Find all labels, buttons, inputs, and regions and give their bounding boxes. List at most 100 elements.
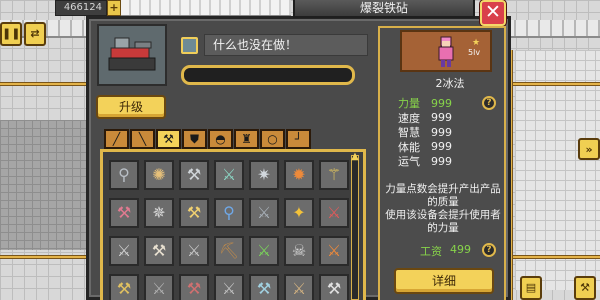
build-button[interactable]: ⚒ [574,276,596,300]
tab-axe[interactable]: ⚒ [156,129,181,149]
top-decor-strip [121,0,291,16]
green-axe-icon: ⚔ [256,241,272,260]
item-scrollbar[interactable] [351,155,359,300]
flame-axe-icon: ⚔ [326,241,342,260]
item-grid: ⚲ ✺ ⚒ ⚔ ✷ ✹ ⚚ ⚒ ✵ ⚒ ⚲ ⚔ ✦ ⚔ ⚔ ⚒ ⚔ ⛏ ⚔ ☠ ⚔ ⚒ ⚔ ⚒ ⚔ ⚒ ⚔ ⚒ [109,160,349,300]
swap-icon: ⇄ [30,27,40,40]
mace-icon: ⚲ [118,165,130,184]
item-23-icon: ⚔ [151,279,167,298]
upgrade-button[interactable]: 升级 [96,95,166,119]
item-slot[interactable]: ⚔ [284,274,314,300]
item-slot[interactable]: ⚔ [249,236,279,266]
tab-sword[interactable]: ╱ [104,129,129,149]
status-text: 什么也没在做！ [204,34,368,56]
item-slot[interactable]: ⚔ [144,274,174,300]
details-button[interactable]: 详细 [394,268,494,294]
add-coins-button[interactable]: + [107,0,121,16]
item-slot[interactable]: ⚒ [144,236,174,266]
category-tabs: ╱ ╲ ⚒ ⛊ ◓ ♜ ○ ┘ [104,129,311,149]
item-slot[interactable]: ☠ [284,236,314,266]
ring-icon: ○ [267,132,278,146]
stat-description-text: 力量点数会提升产出产品的质量 使用该设备会提升使用者的力量 [384,183,502,235]
wage-label: 工资 [420,245,442,258]
item-slot[interactable]: ✵ [144,198,174,228]
item-slot[interactable]: ⚒ [109,274,139,300]
item-slot[interactable]: ⚒ [319,274,349,300]
item-slot[interactable]: ⚔ [214,160,244,190]
tab-boot[interactable]: ┘ [286,129,311,149]
item-slot[interactable]: ⚔ [214,274,244,300]
item-slot[interactable]: ⚲ [214,198,244,228]
tab-helmet[interactable]: ◓ [208,129,233,149]
anvil-icon [108,37,156,71]
item-grid-frame: ⚲ ✺ ⚒ ⚔ ✷ ✹ ⚚ ⚒ ✵ ⚒ ⚲ ⚔ ✦ ⚔ ⚔ ⚒ ⚔ ⛏ ⚔ ☠ ⚔ ⚒ ⚔ ⚒ ⚔ ⚒ ⚔ ⚒ [100,149,366,300]
production-progress-bar [181,65,355,85]
stat-row: 运气 999 [398,154,506,169]
stat-value: 999 [431,111,452,125]
golden-staff-icon: ⚚ [326,165,342,184]
item-slot[interactable]: ✹ [284,160,314,190]
item-slot[interactable]: ⚲ [109,160,139,190]
item-slot[interactable]: ⚔ [319,236,349,266]
coin-counter: 466124 [55,0,107,16]
item-slot[interactable]: ⚔ [319,198,349,228]
halberd-icon: ⚒ [151,241,167,260]
wage-value: 499 [450,243,471,256]
tab-shield[interactable]: ⛊ [182,129,207,149]
item-slot[interactable]: ⚔ [179,236,209,266]
double-chevron-right-icon: » [585,143,593,156]
stat-row: 速度 999 [398,111,506,126]
shield-icon: ⛊ [189,132,199,146]
stat-value: 999 [431,140,452,154]
item-26-icon: ⚒ [256,279,272,298]
stat-value: 999 [431,125,452,139]
description-line: 使用该设备会提升使用者的力量 [385,209,501,234]
pickaxe-icon: ⛏ [218,241,240,260]
red-axe-icon: ⚔ [326,203,342,222]
item-slot[interactable]: ⚒ [179,198,209,228]
tab-ring[interactable]: ○ [260,129,285,149]
pause-button[interactable]: ❚❚ [0,22,22,46]
stat-value: 999 [431,154,452,168]
book-button[interactable]: ▤ [520,276,542,300]
item-slot[interactable]: ✺ [144,160,174,190]
pause-icon: ❚❚ [2,27,21,40]
item-24-icon: ⚒ [186,279,202,298]
axe-icon: ⚔ [221,165,237,184]
item-slot[interactable]: ⚚ [319,160,349,190]
worker-name: 2冰法 [435,77,465,90]
stats-help-icon[interactable]: ? [482,96,496,110]
stat-row: 智慧 999 [398,125,506,140]
item-slot[interactable]: ✷ [249,160,279,190]
item-slot[interactable]: ⚔ [249,198,279,228]
war-hammer-icon: ⚒ [186,165,202,184]
close-button[interactable]: ✕ [480,0,506,26]
tab-armor[interactable]: ♜ [234,129,259,149]
armor-icon: ♜ [241,132,252,146]
double-axe-icon: ⚔ [186,241,202,260]
helmet-icon: ◓ [215,132,226,146]
orb-scepter-icon: ⚲ [223,203,235,222]
spiked-mace-icon: ✵ [152,203,166,222]
expand-right-button[interactable]: » [578,138,600,160]
item-slot[interactable]: ⚒ [179,274,209,300]
item-slot[interactable]: ⚒ [249,274,279,300]
item-slot[interactable]: ✦ [284,198,314,228]
stat-description: 力量点数会提升产出产品的质量 使用该设备会提升使用者的力量 [384,183,502,235]
stat-name: 运气 [398,155,420,169]
item-slot[interactable]: ⚒ [109,198,139,228]
scroll-up-arrow-icon[interactable]: ▲ [349,152,361,162]
item-slot[interactable]: ⛏ [214,236,244,266]
battle-axe-icon: ⚔ [256,203,272,222]
tab-spear[interactable]: ╲ [130,129,155,149]
item-slot[interactable]: ⚔ [109,236,139,266]
great-axe-icon: ⚔ [116,241,132,260]
sword-icon: ╱ [112,132,121,146]
swap-button[interactable]: ⇄ [24,22,46,46]
background-floor-right [515,50,600,290]
background-floor-left [0,120,95,250]
item-slot[interactable]: ⚒ [179,160,209,190]
ice-mage-avatar [438,36,454,67]
stat-value: 999 [431,96,452,110]
wage-help-icon[interactable]: ? [482,243,496,257]
